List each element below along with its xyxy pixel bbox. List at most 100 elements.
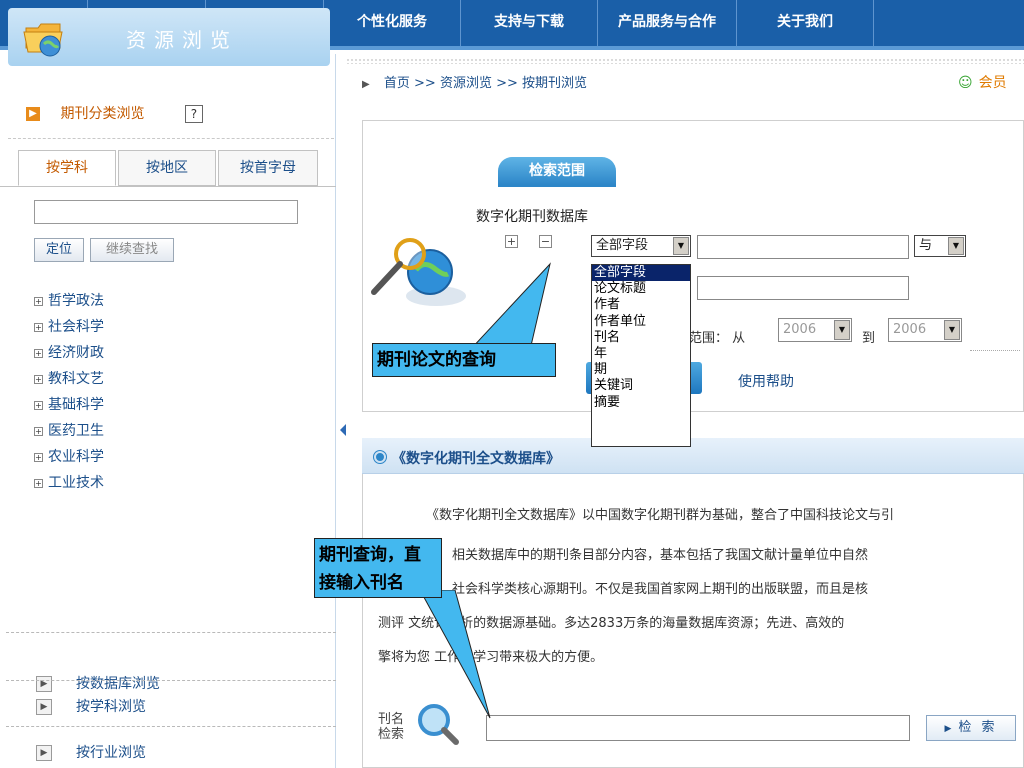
scope-underline bbox=[498, 185, 616, 187]
continue-search-button[interactable]: 继续查找 bbox=[90, 238, 174, 262]
arrow-right-icon: ▶ bbox=[26, 107, 40, 121]
field-option[interactable]: 关键词 bbox=[592, 378, 690, 394]
expand-icon: + bbox=[34, 478, 43, 488]
tab-by-subject[interactable]: 按学科 bbox=[18, 150, 116, 186]
field-option[interactable]: 摘要 bbox=[592, 395, 690, 411]
tab-by-region[interactable]: 按地区 bbox=[118, 150, 216, 186]
expand-icon: + bbox=[34, 374, 43, 384]
range-label: 范围： 从 bbox=[689, 331, 746, 346]
arrow-right-icon: ▶ bbox=[36, 745, 52, 761]
member-label: 会员 bbox=[978, 75, 1007, 91]
link-label: 按行业浏览 bbox=[76, 745, 146, 761]
subject-item[interactable]: + 教科文艺 bbox=[34, 368, 104, 388]
dotted-divider bbox=[970, 350, 1020, 351]
field-option[interactable]: 论文标题 bbox=[592, 281, 690, 297]
breadcrumb-resource[interactable]: 资源浏览 bbox=[440, 76, 492, 91]
subject-item[interactable]: + 医药卫生 bbox=[34, 420, 104, 440]
expand-icon: + bbox=[34, 348, 43, 358]
subject-item[interactable]: + 基础科学 bbox=[34, 394, 104, 414]
triangle-icon: ▶ bbox=[944, 724, 955, 734]
category-browse-header: ▶ 期刊分类浏览 ? bbox=[26, 100, 326, 128]
journal-search-button[interactable]: ▶ 检 索 bbox=[926, 715, 1016, 741]
usage-help-link[interactable]: 使用帮助 bbox=[738, 371, 794, 391]
subject-label: 教科文艺 bbox=[48, 371, 104, 387]
subject-label: 医药卫生 bbox=[48, 423, 104, 439]
breadcrumb-home[interactable]: 首页 bbox=[384, 76, 410, 91]
field-option[interactable]: 作者单位 bbox=[592, 314, 690, 330]
expand-icon: + bbox=[34, 400, 43, 410]
callout-direct-input: 期刊查询，直 接输入刊名 bbox=[314, 538, 442, 598]
link-browse-by-subject[interactable]: ▶ 按学科浏览 bbox=[36, 696, 146, 718]
tab-divider bbox=[0, 186, 336, 187]
search-term-input[interactable] bbox=[697, 235, 909, 259]
dotted-divider bbox=[346, 58, 1024, 64]
breadcrumb-sep: >> bbox=[496, 76, 518, 91]
field-select[interactable]: 全部字段 ▼ bbox=[591, 235, 691, 257]
breadcrumb: ▶ 首页 >> 资源浏览 >> 按期刊浏览 bbox=[362, 72, 587, 91]
help-icon[interactable]: ? bbox=[184, 105, 203, 123]
subject-item[interactable]: + 工业技术 bbox=[34, 472, 104, 492]
breadcrumb-sep: >> bbox=[414, 76, 436, 91]
arrow-right-icon: ▶ bbox=[36, 699, 52, 715]
subject-item[interactable]: + 哲学政法 bbox=[34, 290, 104, 310]
divider bbox=[6, 726, 336, 727]
sidebar-header: 资源浏览 bbox=[8, 8, 330, 66]
callout-line: 期刊查询，直 bbox=[319, 545, 421, 565]
dropdown-arrow-icon: ▼ bbox=[834, 320, 850, 340]
nav-product-service[interactable]: 产品服务与合作 bbox=[598, 0, 737, 46]
divider bbox=[8, 138, 334, 139]
year-to-select[interactable]: 2006 ▼ bbox=[888, 318, 962, 342]
link-browse-by-industry[interactable]: ▶ 按行业浏览 bbox=[36, 742, 146, 764]
scope-tab[interactable]: 检索范围 bbox=[498, 157, 616, 185]
nav-about[interactable]: 关于我们 bbox=[737, 0, 874, 46]
subject-label: 工业技术 bbox=[48, 475, 104, 491]
info-title: 《数字化期刊全文数据库》 bbox=[392, 451, 560, 467]
link-label: 按数据库浏览 bbox=[76, 676, 160, 692]
info-paragraph-line: 相关数据库中的期刊条目部分内容，基本包括了我国文献计量单位中自然 bbox=[452, 548, 869, 563]
dropdown-arrow-icon: ▼ bbox=[944, 320, 960, 340]
sidebar-search-input[interactable] bbox=[34, 200, 298, 224]
arrow-right-icon: ▶ bbox=[36, 676, 52, 692]
field-option[interactable]: 作者 bbox=[592, 297, 690, 313]
field-option[interactable]: 刊名 bbox=[592, 330, 690, 346]
field-select-value: 全部字段 bbox=[596, 238, 649, 253]
expand-icon: + bbox=[34, 426, 43, 436]
subject-item[interactable]: + 社会科学 bbox=[34, 316, 104, 336]
expand-icon: + bbox=[34, 296, 43, 306]
sidebar-title: 资源浏览 bbox=[126, 28, 238, 52]
callout-line: 接输入刊名 bbox=[319, 573, 404, 593]
subject-label: 社会科学 bbox=[48, 319, 104, 335]
link-browse-by-database[interactable]: ▶ 按数据库浏览 bbox=[36, 673, 160, 695]
year-to-value: 2006 bbox=[893, 322, 927, 337]
year-range: 范围： 从 bbox=[689, 327, 745, 346]
field-option[interactable]: 期 bbox=[592, 362, 690, 378]
tab-by-initial[interactable]: 按首字母 bbox=[218, 150, 318, 186]
subject-item[interactable]: + 农业科学 bbox=[34, 446, 104, 466]
plus-icon[interactable]: + bbox=[505, 235, 518, 248]
logic-select[interactable]: 与 ▼ bbox=[914, 235, 966, 257]
collapse-arrow-icon[interactable] bbox=[340, 424, 346, 436]
nav-support-download[interactable]: 支持与下载 bbox=[461, 0, 598, 46]
locate-button[interactable]: 定位 bbox=[34, 238, 84, 262]
category-browse-label[interactable]: 期刊分类浏览 bbox=[60, 106, 144, 122]
dropdown-arrow-icon: ▼ bbox=[948, 237, 964, 255]
dropdown-arrow-icon: ▼ bbox=[673, 237, 689, 255]
nav-personal-service[interactable]: 个性化服务 bbox=[324, 0, 461, 46]
folder-globe-icon bbox=[23, 23, 63, 57]
journal-name-input[interactable] bbox=[486, 715, 910, 741]
field-option[interactable]: 全部字段 bbox=[592, 265, 690, 282]
label-line: 检索 bbox=[378, 727, 405, 742]
search-term-input-2[interactable] bbox=[697, 276, 909, 300]
subject-item[interactable]: + 经济财政 bbox=[34, 342, 104, 362]
triangle-icon: ▶ bbox=[362, 79, 370, 90]
bullet-icon bbox=[374, 451, 386, 463]
year-from-select[interactable]: 2006 ▼ bbox=[778, 318, 852, 342]
year-from-value: 2006 bbox=[783, 322, 817, 337]
field-option[interactable]: 年 bbox=[592, 346, 690, 362]
minus-icon[interactable]: − bbox=[539, 235, 552, 248]
divider bbox=[6, 680, 336, 681]
member-link[interactable]: ☺ 会员 bbox=[958, 72, 1007, 92]
callout-pointer bbox=[468, 262, 551, 351]
subject-label: 经济财政 bbox=[48, 345, 104, 361]
to-label: 到 bbox=[862, 331, 876, 346]
